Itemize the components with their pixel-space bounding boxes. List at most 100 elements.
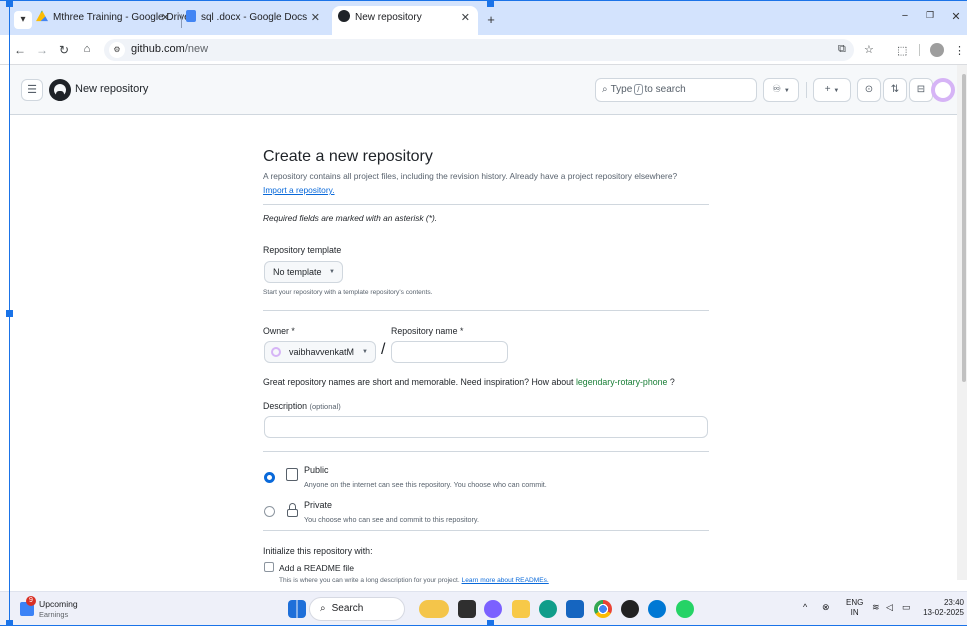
new-tab-button[interactable]: + <box>482 11 500 29</box>
search-input[interactable]: ⌕ Type / to search <box>595 78 757 102</box>
intro-text: A repository contains all project files,… <box>263 171 678 181</box>
close-icon[interactable]: ✕ <box>311 8 320 28</box>
widget-title: Upcoming <box>39 599 78 609</box>
search-prefix: Type <box>610 84 633 95</box>
windows-start-icon[interactable] <box>288 600 306 618</box>
edge-icon[interactable] <box>539 600 557 618</box>
clock-time: 23:40 <box>943 598 964 607</box>
photos-icon[interactable] <box>484 600 502 618</box>
network-app-icon[interactable]: ⊗ <box>822 602 830 612</box>
resize-handle[interactable] <box>6 310 13 317</box>
divider <box>263 451 709 452</box>
widgets-button[interactable]: 9 Upcoming Earnings <box>18 596 98 622</box>
hamburger-menu-icon[interactable]: ☰ <box>21 79 43 101</box>
chevron-down-icon: ▼ <box>833 88 840 94</box>
description-input[interactable] <box>264 416 708 438</box>
tab-new-repository[interactable]: New repository ✕ <box>332 6 478 35</box>
address-bar[interactable]: ⚙ github.com/new ⧉ ☆ <box>104 39 874 61</box>
readme-checkbox[interactable] <box>264 562 274 572</box>
inbox-icon[interactable]: ⊟ <box>909 78 933 102</box>
resize-handle[interactable] <box>6 620 13 626</box>
more-menu-icon[interactable]: ⋮ <box>954 44 965 57</box>
search-shortcut-key: / <box>634 84 643 95</box>
outlook-icon[interactable] <box>648 600 666 618</box>
template-select[interactable]: No template ▼ <box>264 261 343 283</box>
widget-subtitle: Earnings <box>39 610 69 619</box>
owner-avatar <box>271 347 281 357</box>
private-desc: You choose who can see and commit to thi… <box>304 515 479 524</box>
template-help: Start your repository with a template re… <box>263 289 433 296</box>
tab-google-drive[interactable]: Mthree Training - Google Drive ✕ <box>36 8 190 35</box>
close-icon[interactable]: ✕ <box>461 6 470 30</box>
name-suggestion[interactable]: legendary-rotary-phone <box>576 377 667 387</box>
extensions-icon[interactable]: ⬚ <box>897 44 907 57</box>
public-title: Public <box>304 465 329 475</box>
owner-select[interactable]: vaibhavvenkatM ▼ <box>264 341 376 363</box>
close-icon[interactable]: ✕ <box>161 8 170 28</box>
public-radio[interactable] <box>264 472 275 483</box>
wifi-icon[interactable]: ≋ <box>872 602 880 612</box>
back-icon[interactable]: ← <box>12 43 28 57</box>
search-icon: ⌕ <box>320 603 326 614</box>
clock[interactable]: 23:40 13-02-2025 <box>920 598 964 618</box>
forward-icon[interactable]: → <box>34 43 50 57</box>
taskbar-search[interactable]: ⌕ Search <box>309 597 405 621</box>
clock-date: 13-02-2025 <box>923 608 964 617</box>
lang-top: ENG <box>846 598 864 607</box>
import-repository-link[interactable]: Import a repository. <box>263 185 335 195</box>
site-info-icon[interactable]: ⚙ <box>109 42 125 58</box>
private-radio[interactable] <box>264 506 275 517</box>
scrollbar-thumb[interactable] <box>962 74 966 382</box>
copilot-icon: ♾ <box>772 84 782 95</box>
issues-icon[interactable]: ⊙ <box>857 78 881 102</box>
profile-avatar[interactable] <box>930 43 944 57</box>
language-indicator[interactable]: ENG IN <box>846 598 863 618</box>
header-divider <box>806 82 807 98</box>
bookmark-star-icon[interactable]: ☆ <box>864 43 874 56</box>
tab-search-button[interactable]: ▾ <box>14 11 32 29</box>
readme-label[interactable]: Add a README file <box>279 563 354 573</box>
file-explorer-icon[interactable] <box>512 600 530 618</box>
github-logo-icon[interactable] <box>49 79 71 101</box>
install-app-icon[interactable]: ⧉ <box>838 43 846 56</box>
home-icon[interactable]: ⌂ <box>79 43 95 55</box>
volume-icon[interactable]: ◁ <box>886 602 893 612</box>
divider <box>263 310 709 311</box>
public-desc: Anyone on the internet can see this repo… <box>304 480 547 489</box>
resize-handle[interactable] <box>487 0 494 7</box>
store-icon[interactable] <box>566 600 584 618</box>
widget-badge: 9 <box>26 596 36 606</box>
minimize-icon[interactable]: − <box>896 10 914 22</box>
reload-icon[interactable]: ↻ <box>56 43 72 57</box>
pull-requests-icon[interactable]: ⇅ <box>883 78 907 102</box>
window-close-icon[interactable]: ✕ <box>947 10 965 23</box>
terminal-icon[interactable] <box>458 600 476 618</box>
required-note: Required fields are marked with an aster… <box>263 213 438 223</box>
private-title: Private <box>304 500 333 510</box>
chevron-down-icon: ▼ <box>783 88 790 94</box>
restore-icon[interactable]: ❐ <box>921 10 939 21</box>
tab-title: New repository <box>355 12 422 23</box>
readme-help: This is where you can write a long descr… <box>279 577 549 584</box>
search-suffix: to search <box>644 84 686 95</box>
copilot-app-icon[interactable] <box>419 600 449 618</box>
copilot-button[interactable]: ♾ ▼ <box>763 78 799 102</box>
readme-learn-more-link[interactable]: Learn more about READMEs. <box>462 577 549 584</box>
readme-help-text: This is where you can write a long descr… <box>279 577 460 584</box>
chevron-down-icon: ▼ <box>362 349 368 355</box>
repo-name-input[interactable] <box>391 341 508 363</box>
whatsapp-icon[interactable] <box>676 600 694 618</box>
battery-icon[interactable]: ▭ <box>902 602 911 612</box>
create-new-button[interactable]: + ▼ <box>813 78 851 102</box>
divider <box>263 530 709 531</box>
chrome-icon[interactable] <box>594 600 612 618</box>
tab-google-docs[interactable]: sql .docx - Google Docs ✕ <box>186 8 328 35</box>
dell-icon[interactable] <box>621 600 639 618</box>
chevron-up-icon[interactable]: ^ <box>803 602 807 612</box>
page-title: New repository <box>75 83 149 95</box>
resize-handle[interactable] <box>6 0 13 7</box>
avatar[interactable] <box>931 78 955 102</box>
windows-taskbar: 9 Upcoming Earnings ⌕ Search ^ ⊗ ENG IN ≋ … <box>0 591 967 626</box>
owner-label: Owner * <box>263 326 295 336</box>
resize-handle[interactable] <box>487 620 494 626</box>
